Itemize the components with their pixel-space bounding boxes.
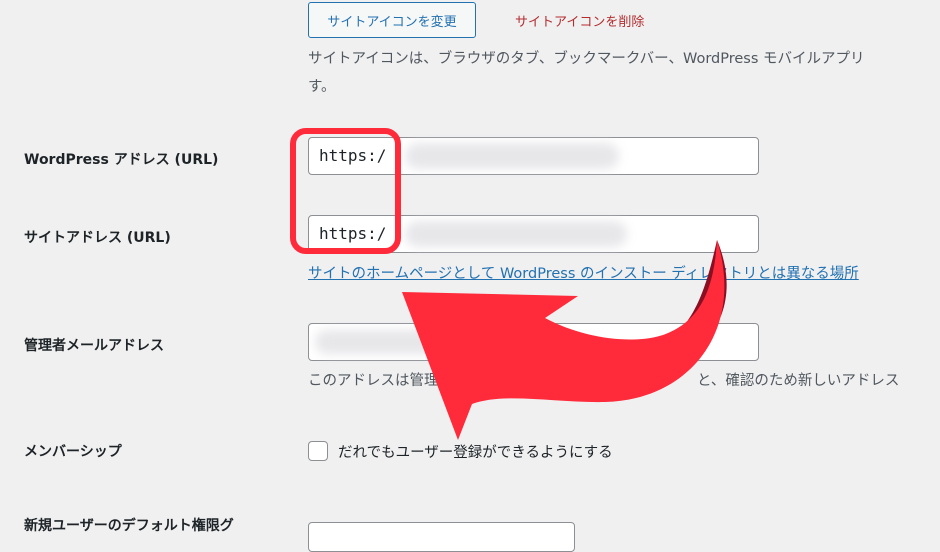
admin-email-description-tail: と、確認のため新しいアドレス [697, 373, 900, 389]
wordpress-address-input[interactable]: https:/ [308, 137, 759, 175]
redacted-url [405, 143, 619, 169]
admin-email-input[interactable] [308, 323, 759, 361]
site-address-input[interactable]: https:/ [308, 215, 759, 253]
redacted-email [315, 330, 555, 354]
site-address-value: https:/ [319, 224, 387, 243]
site-icon-description-cont: す。 [308, 79, 336, 95]
change-site-icon-button[interactable]: サイトアイコンを変更 [308, 2, 476, 38]
wordpress-address-value: https:/ [319, 146, 387, 165]
default-role-select[interactable] [308, 522, 575, 552]
site-address-help-link[interactable]: サイトのホームページとして WordPress のインストー ディレクトリとは異… [308, 262, 859, 283]
site-address-label: サイトアドレス (URL) [24, 230, 171, 246]
membership-checkbox[interactable] [308, 441, 328, 461]
remove-site-icon-link[interactable]: サイトアイコンを削除 [515, 11, 644, 30]
redacted-url [405, 221, 627, 247]
admin-email-description: このアドレスは管理 [308, 373, 439, 389]
site-icon-description: サイトアイコンは、ブラウザのタブ、ブックマークバー、WordPress モバイル… [308, 51, 865, 67]
default-role-label: 新規ユーザーのデフォルト権限グ [24, 518, 234, 534]
membership-checkbox-label: だれでもユーザー登録ができるようにする [338, 445, 613, 461]
membership-label: メンバーシップ [24, 444, 122, 460]
admin-email-label: 管理者メールアドレス [24, 338, 164, 354]
wordpress-address-label: WordPress アドレス (URL) [24, 152, 219, 168]
